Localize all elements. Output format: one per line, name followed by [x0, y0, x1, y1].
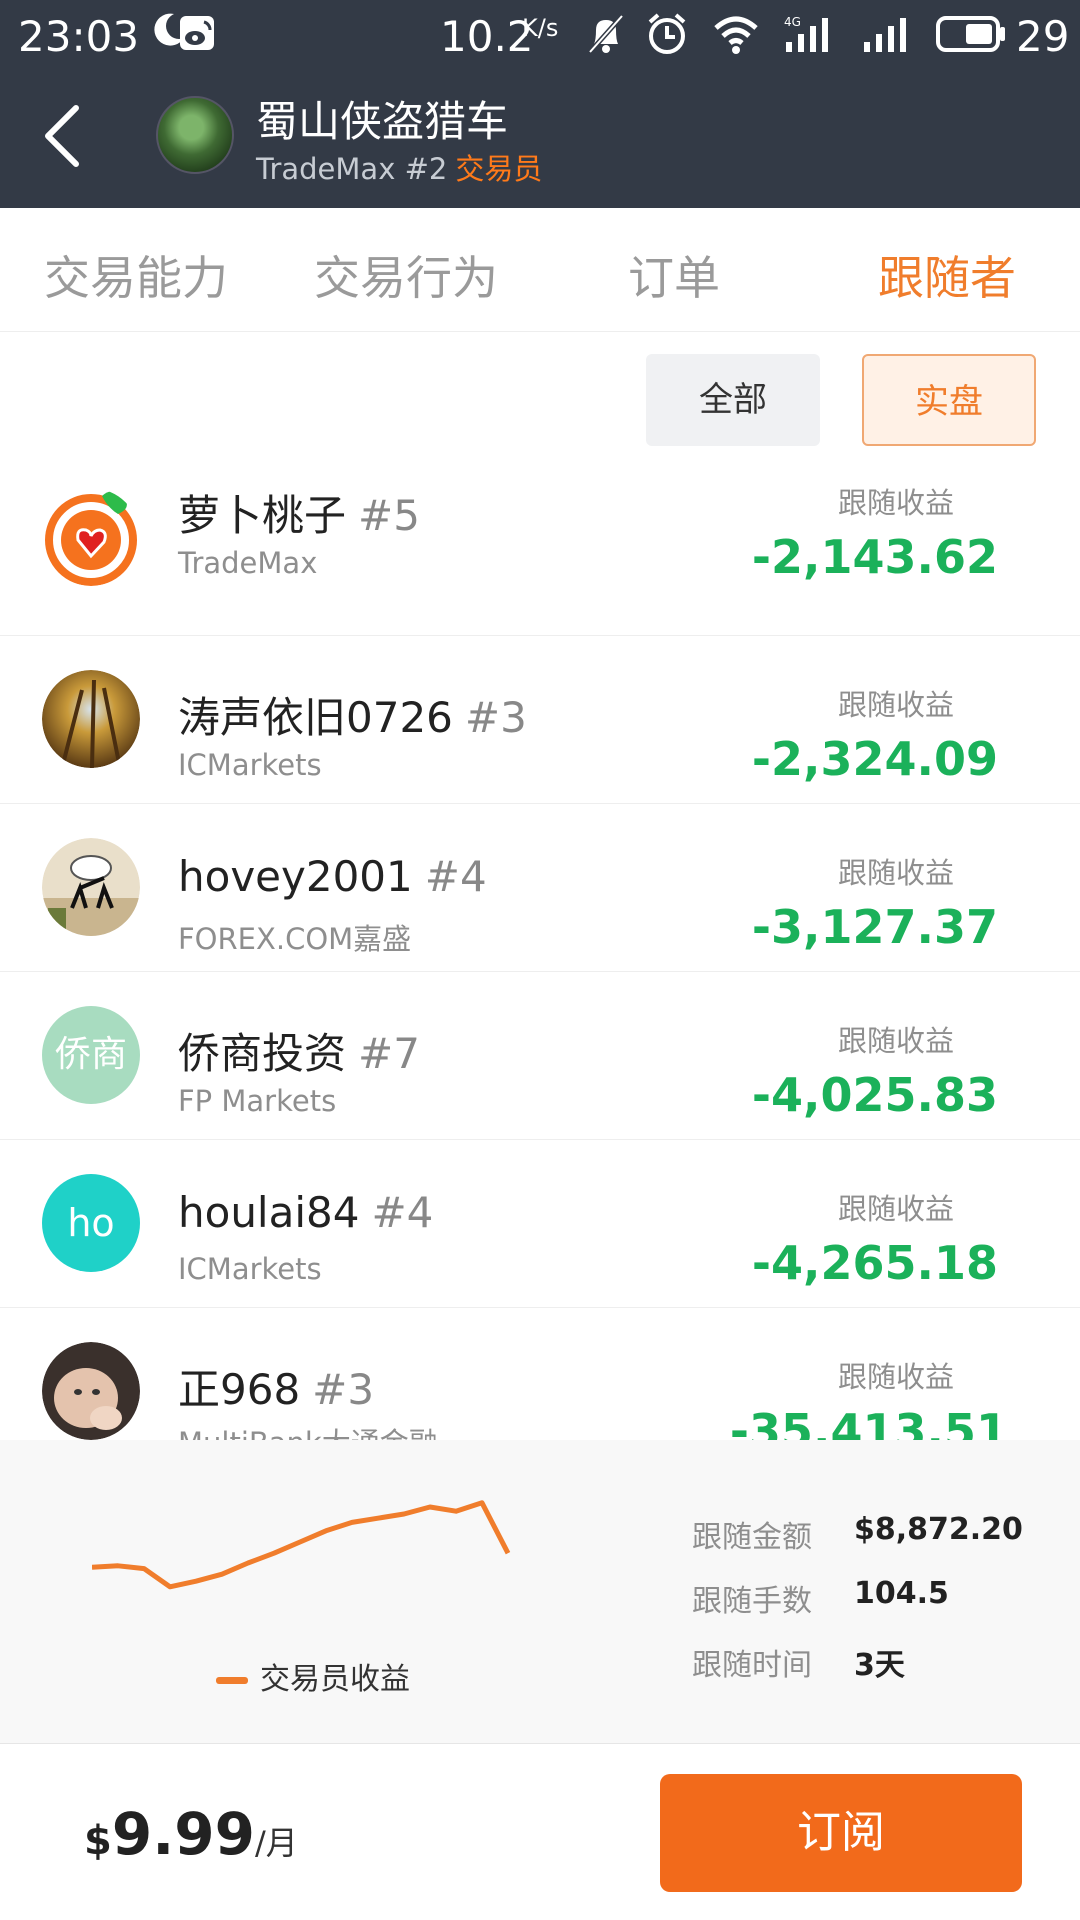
follower-broker: TradeMax [178, 546, 318, 580]
follower-name: hovey2001 #4 [178, 852, 487, 901]
list-item[interactable]: ho houlai84 #4 ICMarkets 跟随收益 -4,265.18 [0, 1140, 1080, 1308]
list-item[interactable]: 涛声依旧0726 #3 ICMarkets 跟随收益 -2,324.09 [0, 636, 1080, 804]
follower-broker: FP Markets [178, 1084, 337, 1118]
follower-avatar [42, 838, 140, 936]
follower-broker: ICMarkets [178, 748, 322, 782]
follower-name: 正968 #3 [178, 1365, 375, 1414]
follow-profit-label: 跟随收益 [838, 1024, 955, 1058]
follow-profit-value: -2,143.62 [751, 530, 998, 584]
svg-text:4G: 4G [784, 15, 801, 29]
account-filter: 全部 实盘 [0, 332, 1080, 470]
follower-avatar [45, 491, 137, 586]
legend-swatch [216, 1677, 248, 1684]
tab-trading-behavior[interactable]: 交易行为 [314, 242, 498, 308]
follow-duration: 跟随时间 3天 [692, 1640, 905, 1684]
list-item[interactable]: 正968#3 MultiBank大通金融 跟随收益 -35,413.51 [0, 1308, 1080, 1440]
follower-name: 涛声依旧0726 #3 [178, 693, 527, 742]
tab-followers[interactable]: 跟随者 [878, 242, 1016, 308]
trader-profit-chart [92, 1500, 511, 1590]
battery-icon [936, 16, 1005, 52]
follow-amount: 跟随金额 $8,872.20 [692, 1512, 1023, 1556]
status-time: 23:03 [18, 12, 140, 61]
cell-signal-4g-icon: 4G [784, 15, 828, 52]
list-item[interactable]: hovey2001 #4 FOREX.COM嘉盛 跟随收益 -3,127.37 [0, 804, 1080, 972]
alarm-icon [648, 13, 686, 54]
cell-signal-icon [864, 18, 906, 52]
follow-profit-label: 跟随收益 [838, 1192, 955, 1226]
follower-broker: FOREX.COM嘉盛 [178, 922, 412, 956]
follow-profit-value: -3,127.37 [751, 900, 998, 954]
trader-name: 蜀山侠盗猎车 [256, 97, 509, 146]
follow-lots: 跟随手数 104.5 [692, 1576, 949, 1620]
list-item[interactable]: 萝卜桃子 #5 TradeMax 跟随收益 -2,143.62 [0, 470, 1080, 636]
chart-series-line [92, 1500, 511, 1590]
follower-name: 萝卜桃子 #5 [178, 491, 420, 540]
filter-real-button[interactable]: 实盘 [862, 354, 1036, 446]
follow-summary: 交易员收益 跟随金额 $8,872.20 跟随手数 104.5 跟随时间 3天 [0, 1440, 1080, 1744]
trader-avatar[interactable] [156, 96, 234, 174]
follow-profit-label: 跟随收益 [838, 486, 955, 520]
trader-subtitle: TradeMax #2 交易员 [256, 146, 542, 188]
tab-trading-ability[interactable]: 交易能力 [44, 242, 228, 308]
follow-lots-value: 104.5 [854, 1576, 949, 1611]
follow-profit-value: -35,413.51 [729, 1404, 1008, 1440]
network-speed: 10.2 [440, 12, 534, 61]
wifi-icon [714, 16, 758, 54]
top-bar: 23:03 10.2 K/s 4G 29 蜀山侠盗猎车 TradeMax #2 交… [0, 0, 1080, 208]
follower-broker: MultiBank大通金融 [178, 1420, 438, 1440]
list-item[interactable]: 侨商 侨商投资 #7 FP Markets 跟随收益 -4,025.83 [0, 972, 1080, 1140]
tab-orders[interactable]: 订单 [628, 242, 720, 308]
follow-amount-value: $8,872.20 [854, 1512, 1023, 1547]
subscribe-footer: $9.99/月 订阅 [0, 1744, 1080, 1920]
legend-label: 交易员收益 [260, 1662, 410, 1697]
chart-legend: 交易员收益 [216, 1654, 410, 1698]
follow-profit-value: -4,025.83 [751, 1068, 998, 1122]
follow-duration-value: 3天 [854, 1648, 905, 1683]
subscribe-button[interactable]: 订阅 [660, 1774, 1022, 1892]
follow-profit-label: 跟随收益 [838, 1360, 955, 1394]
follow-profit-label: 跟随收益 [838, 688, 955, 722]
mute-bell-icon [588, 14, 624, 54]
follow-duration-label: 跟随时间 [692, 1648, 812, 1683]
follow-amount-label: 跟随金额 [692, 1520, 812, 1555]
page: 23:03 10.2 K/s 4G 29 蜀山侠盗猎车 TradeMax #2 交… [0, 0, 1080, 1920]
follower-name: houlai84 #4 [178, 1188, 434, 1237]
status-bar: 23:03 10.2 K/s 4G 29 [0, 0, 1080, 72]
tab-bar: 交易能力 交易行为 订单 跟随者 [0, 208, 1080, 332]
trader-role: 交易员 [455, 152, 543, 186]
trader-broker-rank: TradeMax #2 [256, 152, 448, 186]
follow-profit-value: -2,324.09 [751, 732, 998, 786]
subscription-price: $9.99/月 [84, 1800, 298, 1868]
network-speed-unit: K/s [522, 14, 559, 42]
battery-percent: 29 [1016, 12, 1070, 61]
follow-profit-label: 跟随收益 [838, 856, 955, 890]
follower-name: 侨商投资 #7 [178, 1029, 420, 1078]
follower-broker: ICMarkets [178, 1252, 322, 1286]
filter-all-button[interactable]: 全部 [646, 354, 820, 446]
follower-avatar [42, 670, 140, 768]
follow-profit-value: -4,265.18 [751, 1236, 998, 1290]
weibo-icon [180, 16, 214, 50]
back-arrow-icon[interactable] [40, 104, 88, 168]
follower-list: 萝卜桃子 #5 TradeMax 跟随收益 -2,143.62 涛声依旧0726 #… [0, 470, 1080, 1440]
follower-avatar: 侨商 [42, 1006, 140, 1104]
follower-avatar: ho [42, 1174, 140, 1272]
follow-lots-label: 跟随手数 [692, 1584, 812, 1619]
follower-avatar [42, 1342, 140, 1440]
